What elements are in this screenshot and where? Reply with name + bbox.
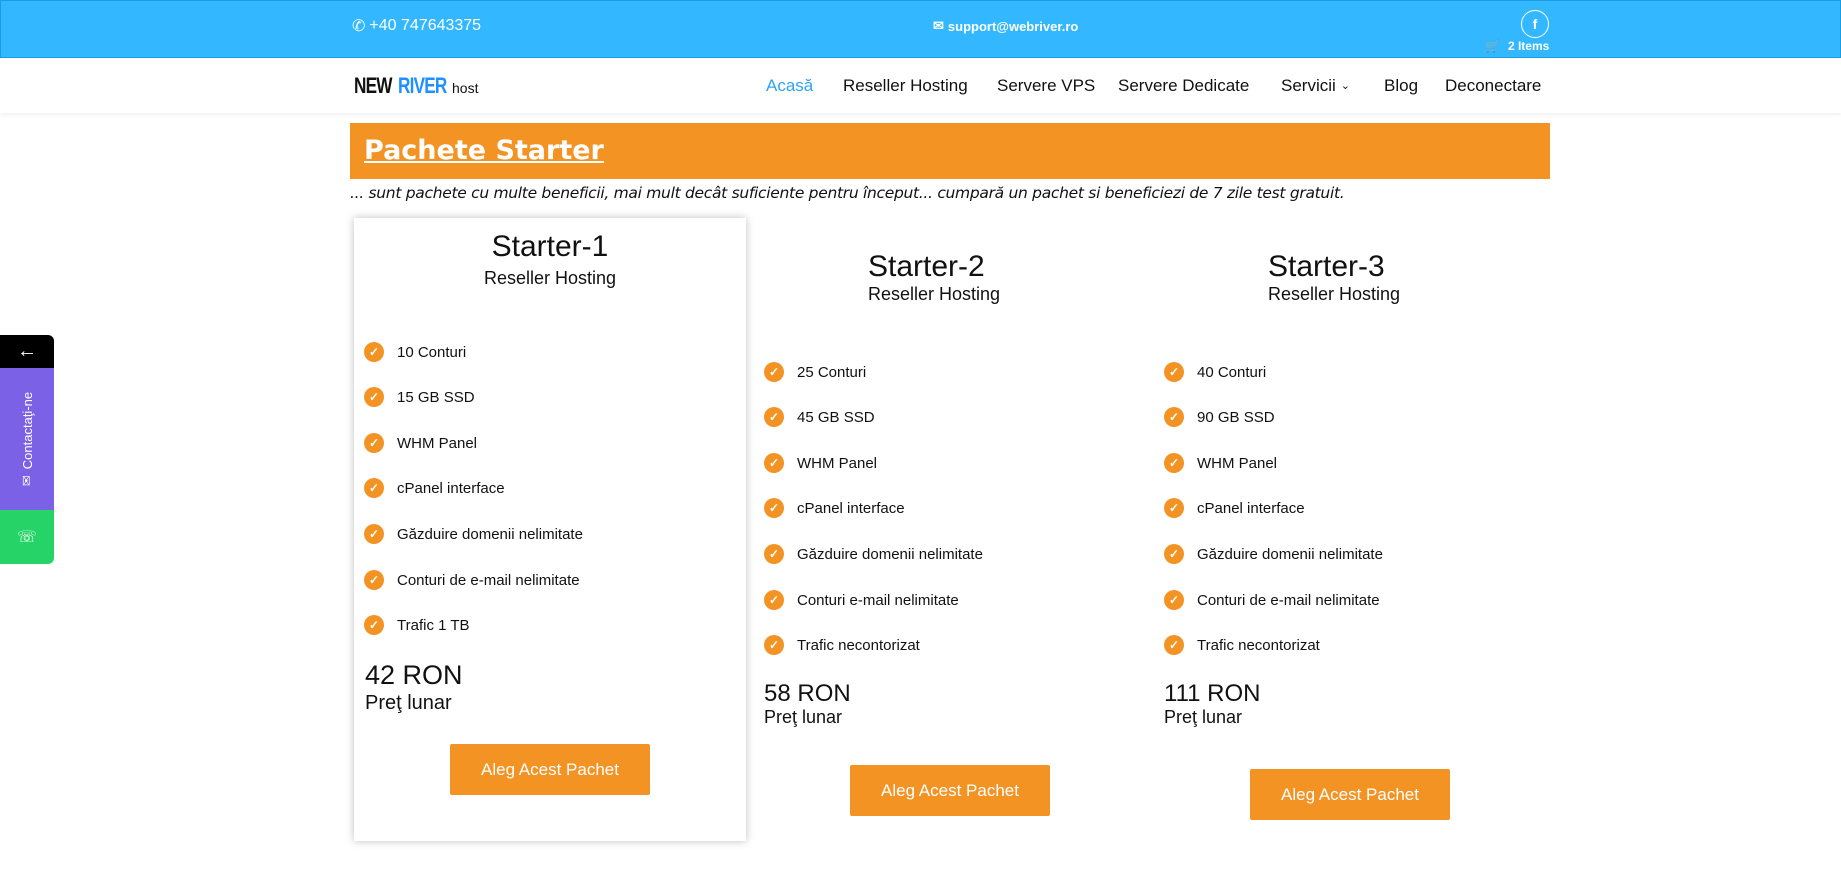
feature-item: ✓ 40 Conturi — [1164, 362, 1266, 382]
check-icon: ✓ — [364, 524, 384, 544]
contact-tab[interactable]: ✉ Contactaţi-ne — [0, 368, 54, 510]
feature-item: ✓ cPanel interface — [364, 478, 505, 498]
nav-item-servere-vps[interactable]: Servere VPS — [997, 76, 1095, 96]
email-address: support@webriver.ro — [947, 18, 1079, 34]
check-icon: ✓ — [364, 342, 384, 362]
feature-item: ✓ Trafic 1 TB — [364, 615, 470, 635]
plan-price: 42 RON — [365, 660, 463, 690]
check-icon: ✓ — [364, 615, 384, 635]
price-label: Preţ lunar — [365, 692, 452, 714]
price-label: Preţ lunar — [764, 707, 843, 727]
check-icon: ✓ — [764, 407, 784, 427]
plan-card-starter-2: Starter-2 Reseller Hosting ✓ 25 Conturi ✓… — [754, 238, 1146, 838]
choose-plan-button[interactable]: Aleg Acest Pachet — [1250, 769, 1450, 820]
feature-item: ✓ cPanel interface — [1164, 498, 1305, 518]
plan-price: 111 RON — [1164, 680, 1261, 707]
feature-item: ✓ WHM Panel — [764, 453, 877, 473]
check-icon: ✓ — [764, 362, 784, 382]
check-icon: ✓ — [1164, 453, 1184, 473]
nav-item-servicii[interactable]: Servicii ⌄ — [1281, 76, 1350, 96]
feature-item: ✓ Conturi e-mail nelimitate — [764, 590, 959, 610]
check-icon: ✓ — [364, 478, 384, 498]
plan-price: 58 RON — [764, 680, 851, 707]
plan-name: Starter-1 — [491, 230, 609, 263]
feature-item: ✓ Găzduire domenii nelimitate — [364, 524, 583, 544]
check-icon: ✓ — [1164, 362, 1184, 382]
nav-item-deconectare[interactable]: Deconectare — [1445, 76, 1541, 96]
cart-count: 2 Items — [1507, 39, 1550, 53]
check-icon: ✓ — [1164, 407, 1184, 427]
chevron-down-icon: ⌄ — [1340, 80, 1351, 92]
main-header: NEW RIVER host Acasă Reseller Hosting Se… — [0, 58, 1841, 113]
mail-icon: ✉ — [933, 18, 944, 33]
feature-item: ✓ Găzduire domenii nelimitate — [1164, 544, 1383, 564]
feature-item: ✓ WHM Panel — [364, 433, 477, 453]
feature-item: ✓ WHM Panel — [1164, 453, 1277, 473]
phone-link[interactable]: ✆ +40 747643375 — [352, 16, 481, 36]
plan-category: Reseller Hosting — [868, 284, 1001, 304]
choose-plan-button[interactable]: Aleg Acest Pachet — [450, 744, 650, 795]
feature-item: ✓ cPanel interface — [764, 498, 905, 518]
facebook-icon[interactable]: f — [1521, 10, 1549, 38]
feature-item: ✓ 25 Conturi — [764, 362, 866, 382]
top-bar: ✆ +40 747643375 ✉ support@webriver.ro f … — [0, 0, 1841, 58]
email-link[interactable]: ✉ support@webriver.ro — [933, 18, 1078, 34]
choose-plan-button[interactable]: Aleg Acest Pachet — [850, 765, 1050, 816]
plan-category: Reseller Hosting — [1268, 284, 1401, 304]
section-title[interactable]: Pachete Starter — [364, 135, 604, 166]
nav-item-reseller-hosting[interactable]: Reseller Hosting — [843, 76, 968, 96]
plan-category: Reseller Hosting — [483, 268, 617, 288]
check-icon: ✓ — [1164, 498, 1184, 518]
mail-icon: ✉ — [19, 475, 35, 487]
plan-name: Starter-2 — [868, 250, 985, 283]
check-icon: ✓ — [364, 387, 384, 407]
check-icon: ✓ — [764, 590, 784, 610]
nav-item-acasa[interactable]: Acasă — [766, 76, 813, 96]
nav-item-blog[interactable]: Blog — [1384, 76, 1418, 96]
check-icon: ✓ — [1164, 590, 1184, 610]
whatsapp-icon[interactable]: ☏ — [0, 510, 54, 564]
check-icon: ✓ — [764, 498, 784, 518]
feature-item: ✓ Trafic necontorizat — [1164, 635, 1320, 655]
plan-card-starter-3: Starter-3 Reseller Hosting ✓ 40 Conturi ✓… — [1154, 238, 1546, 838]
check-icon: ✓ — [364, 433, 384, 453]
left-arrow-icon[interactable]: ← — [0, 335, 54, 368]
nav-item-servere-dedicate[interactable]: Servere Dedicate — [1118, 76, 1249, 96]
main-nav: Acasă Reseller Hosting Servere VPS Serve… — [0, 76, 1841, 100]
feature-item: ✓ Trafic necontorizat — [764, 635, 920, 655]
feature-item: ✓ Găzduire domenii nelimitate — [764, 544, 983, 564]
plan-name: Starter-3 — [1268, 250, 1385, 283]
cart-icon: 🛒 — [1485, 39, 1500, 53]
phone-number: +40 747643375 — [369, 17, 482, 34]
check-icon: ✓ — [764, 635, 784, 655]
cart-link[interactable]: 🛒 2 Items — [1485, 39, 1549, 53]
section-subtitle: ... sunt pachete cu multe beneficii, mai… — [350, 184, 1345, 202]
check-icon: ✓ — [364, 570, 384, 590]
section-banner: Pachete Starter — [350, 123, 1550, 179]
plan-card-starter-1: Starter-1 Reseller Hosting ✓ 10 Conturi ✓… — [354, 218, 746, 841]
feature-item: ✓ Conturi de e-mail nelimitate — [364, 570, 580, 590]
feature-item: ✓ 15 GB SSD — [364, 387, 475, 407]
feature-item: ✓ Conturi de e-mail nelimitate — [1164, 590, 1380, 610]
feature-item: ✓ 45 GB SSD — [764, 407, 875, 427]
feature-item: ✓ 10 Conturi — [364, 342, 466, 362]
check-icon: ✓ — [764, 544, 784, 564]
contact-label: Contactaţi-ne — [19, 391, 35, 470]
check-icon: ✓ — [764, 453, 784, 473]
phone-icon: ✆ — [352, 18, 366, 35]
price-label: Preţ lunar — [1164, 707, 1243, 727]
feature-item: ✓ 90 GB SSD — [1164, 407, 1275, 427]
check-icon: ✓ — [1164, 544, 1184, 564]
check-icon: ✓ — [1164, 635, 1184, 655]
